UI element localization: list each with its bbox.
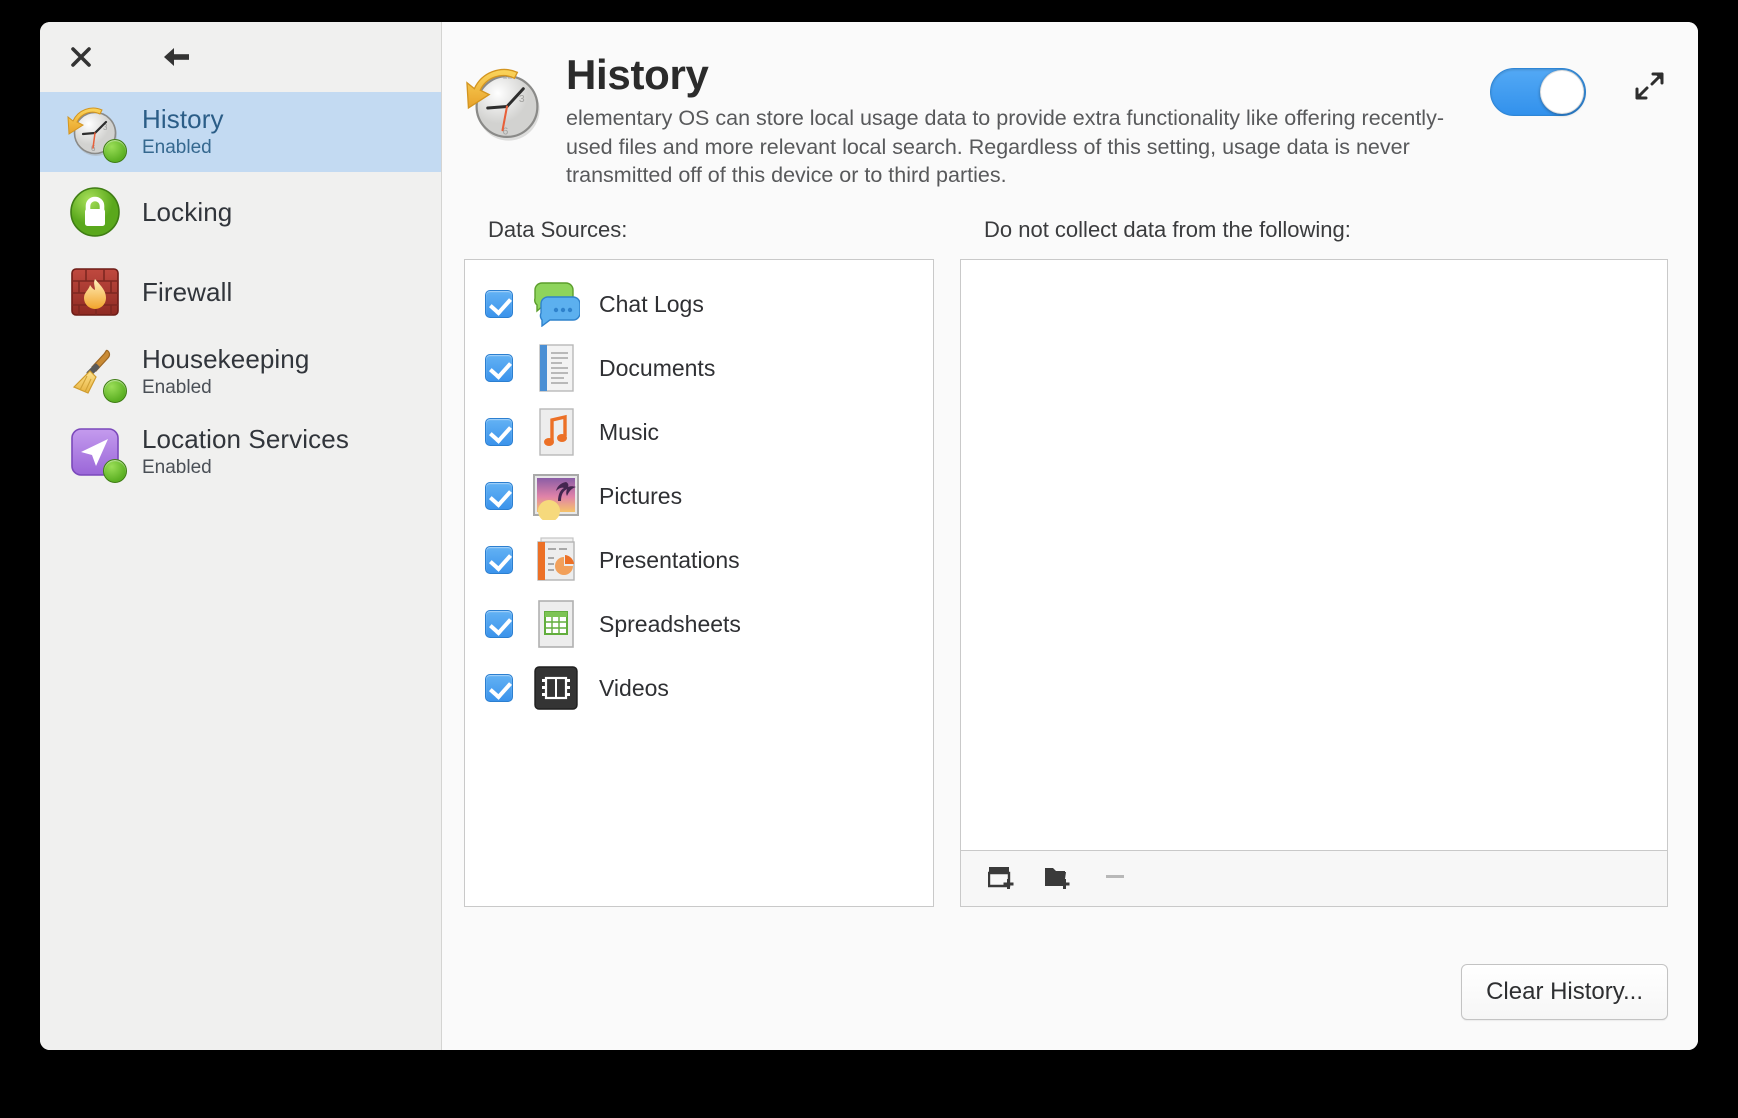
history-clock-icon: 3 6 <box>66 103 127 163</box>
sidebar-item-status: Enabled <box>142 137 212 159</box>
close-button[interactable] <box>64 40 98 74</box>
sidebar-item-label: Locking <box>142 196 233 227</box>
sidebar-item-location-services[interactable]: Location Services Enabled <box>40 412 441 492</box>
expand-arrows-icon <box>1634 71 1664 104</box>
data-source-checkbox[interactable] <box>485 674 513 703</box>
list-item-label: Presentations <box>599 546 740 573</box>
page-title: History <box>566 51 709 98</box>
sidebar-item-label: Housekeeping <box>142 343 310 374</box>
chat-bubbles-icon <box>529 277 583 331</box>
data-sources-column: Data Sources: Chat Logs Documents Music … <box>464 217 934 940</box>
list-item[interactable]: Documents <box>465 336 933 400</box>
main-content: 12 3 6 History elementary OS can store l… <box>442 22 1698 1050</box>
toggle-knob <box>1540 70 1584 114</box>
enabled-emblem-icon <box>103 459 127 483</box>
sidebar-item-locking[interactable]: Locking <box>40 172 441 252</box>
video-film-icon <box>529 661 583 715</box>
settings-window: 3 6 History Enabled <box>40 22 1698 1050</box>
add-application-button[interactable] <box>983 860 1023 898</box>
list-item-label: Pictures <box>599 482 683 509</box>
data-sources-list: Chat Logs Documents Music Pictures Prese… <box>465 260 933 720</box>
data-sources-panel: Chat Logs Documents Music Pictures Prese… <box>464 259 934 908</box>
data-source-checkbox[interactable] <box>485 354 513 383</box>
enabled-emblem-icon <box>103 379 127 403</box>
history-clock-icon: 12 3 6 <box>464 62 550 148</box>
minus-icon <box>1102 863 1128 894</box>
back-button[interactable] <box>160 40 194 74</box>
music-note-icon <box>529 405 583 459</box>
presentation-icon <box>529 533 583 587</box>
list-item-label: Spreadsheets <box>599 610 741 637</box>
list-item-label: Documents <box>599 354 716 381</box>
svg-text:3: 3 <box>519 94 525 105</box>
lock-icon <box>66 183 124 241</box>
list-item[interactable]: Chat Logs <box>465 272 933 336</box>
data-source-checkbox[interactable] <box>485 482 513 511</box>
location-arrow-icon <box>66 423 127 483</box>
sidebar-item-label: Firewall <box>142 276 233 307</box>
list-item-label: Music <box>599 418 660 445</box>
sidebar-item-list: 3 6 History Enabled <box>40 92 441 1050</box>
sidebar-item-history[interactable]: 3 6 History Enabled <box>40 92 441 172</box>
data-sources-label: Data Sources: <box>488 217 628 243</box>
sidebar: 3 6 History Enabled <box>40 22 442 1050</box>
sidebar-item-label: Location Services <box>142 423 349 454</box>
exclusions-label: Do not collect data from the following: <box>984 217 1351 243</box>
expand-button[interactable] <box>1630 68 1668 106</box>
content-columns: Data Sources: Chat Logs Documents Music … <box>442 189 1698 940</box>
clear-history-button[interactable]: Clear History... <box>1461 964 1668 1020</box>
data-source-checkbox[interactable] <box>485 546 513 575</box>
sidebar-item-status: Enabled <box>142 457 212 479</box>
footer: Clear History... <box>442 940 1698 1050</box>
list-item-label: Videos <box>599 674 669 701</box>
data-source-checkbox[interactable] <box>485 610 513 639</box>
broom-icon <box>66 343 127 403</box>
list-item[interactable]: Music <box>465 400 933 464</box>
remove-button <box>1095 860 1135 898</box>
document-icon <box>529 341 583 395</box>
exclusions-column: Do not collect data from the following: <box>960 217 1668 940</box>
add-folder-button[interactable] <box>1039 860 1079 898</box>
spreadsheet-icon <box>529 597 583 651</box>
sidebar-header <box>40 22 441 92</box>
history-enabled-toggle[interactable] <box>1490 68 1586 116</box>
page-header: 12 3 6 History elementary OS can store l… <box>442 22 1698 189</box>
sidebar-item-label: History <box>142 103 224 134</box>
data-source-checkbox[interactable] <box>485 290 513 319</box>
add-window-icon <box>987 864 1018 893</box>
sidebar-item-housekeeping[interactable]: Housekeeping Enabled <box>40 332 441 412</box>
data-source-checkbox[interactable] <box>485 418 513 447</box>
list-item[interactable]: Videos <box>465 656 933 720</box>
header-controls <box>1490 48 1668 189</box>
add-folder-icon <box>1044 864 1074 893</box>
firewall-brick-flame-icon <box>66 263 124 321</box>
close-icon <box>68 44 94 70</box>
back-arrow-icon <box>161 44 193 70</box>
exclusions-toolbar <box>961 850 1667 907</box>
enabled-emblem-icon <box>103 139 127 163</box>
list-item-label: Chat Logs <box>599 290 704 317</box>
list-item[interactable]: Spreadsheets <box>465 592 933 656</box>
sidebar-item-status: Enabled <box>142 377 212 399</box>
sidebar-item-firewall[interactable]: Firewall <box>40 252 441 332</box>
exclusions-panel <box>960 259 1668 908</box>
page-description: elementary OS can store local usage data… <box>566 106 1444 187</box>
exclusions-list[interactable] <box>961 260 1667 851</box>
list-item[interactable]: Pictures <box>465 464 933 528</box>
picture-icon <box>529 469 583 523</box>
list-item[interactable]: Presentations <box>465 528 933 592</box>
